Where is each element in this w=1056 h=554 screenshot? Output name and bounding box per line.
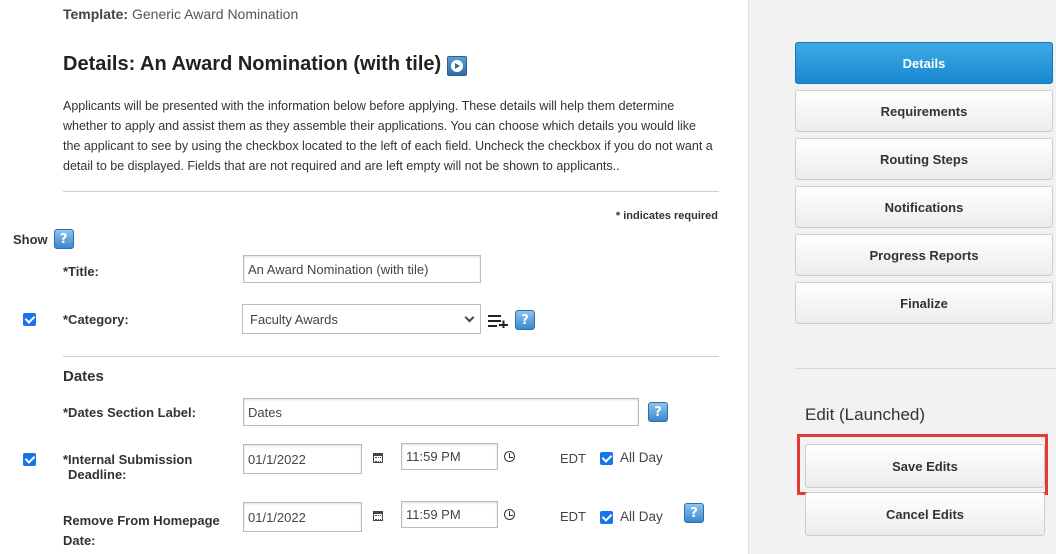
remove-homepage-allday-checkbox[interactable] [600, 511, 613, 524]
help-icon-show[interactable]: ? [53, 229, 74, 249]
save-edits-button[interactable]: Save Edits [805, 444, 1045, 488]
template-value: Generic Award Nomination [131, 6, 299, 22]
intro-text: Applicants will be presented with the in… [63, 99, 713, 173]
show-label: Show [13, 231, 48, 247]
clock-icon[interactable] [504, 509, 515, 520]
page-title: Details: An Award Nomination (with tile) [63, 53, 468, 76]
nav-progress-reports[interactable]: Progress Reports [795, 234, 1053, 276]
nav-finalize[interactable]: Finalize [795, 282, 1053, 324]
remove-homepage-timezone: EDT [560, 509, 586, 524]
nav-details[interactable]: Details [795, 42, 1053, 84]
internal-deadline-date-input[interactable]: 01/1/2022 [243, 444, 362, 474]
dates-section-label-input[interactable]: Dates [243, 398, 639, 426]
remove-homepage-allday-label: All Day [620, 509, 663, 524]
help-icon-remove-homepage[interactable]: ? [684, 503, 704, 523]
divider [63, 356, 719, 357]
internal-deadline-label: *Internal Submission Deadline: [63, 452, 192, 482]
dates-section-title: Dates [63, 368, 104, 385]
help-icon-category[interactable]: ? [515, 310, 535, 330]
internal-deadline-label-line2: Deadline: [68, 467, 127, 482]
template-label: Template: [63, 6, 129, 22]
help-icon-dates-label[interactable]: ? [648, 402, 668, 422]
title-input[interactable]: An Award Nomination (with tile) [243, 255, 481, 283]
remove-homepage-time-input[interactable]: 11:59 PM [401, 501, 498, 528]
category-label: *Category: [63, 312, 129, 327]
category-select-value: Faculty Awards [250, 311, 338, 327]
internal-deadline-allday-label: All Day [620, 450, 663, 465]
clock-icon[interactable] [504, 451, 515, 462]
internal-deadline-time-input[interactable]: 11:59 PM [401, 443, 498, 470]
template-line: Template: Generic Award Nomination [63, 6, 298, 22]
chevron-down-icon [464, 312, 475, 322]
cancel-edits-button[interactable]: Cancel Edits [805, 492, 1045, 536]
internal-deadline-label-line1: *Internal Submission [63, 452, 193, 467]
internal-deadline-show-checkbox[interactable] [23, 453, 36, 466]
internal-deadline-allday-checkbox[interactable] [600, 452, 613, 465]
divider [63, 191, 719, 192]
remove-homepage-label-line1: Remove From Homepage [63, 513, 220, 528]
edit-status: Edit (Launched) [805, 405, 926, 424]
remove-homepage-label: Remove From Homepage Date: [63, 513, 220, 548]
title-label: *Title: [63, 264, 99, 279]
page-title-text: Details: An Award Nomination (with tile) [63, 53, 442, 75]
nav-notifications[interactable]: Notifications [795, 186, 1053, 228]
dates-section-label-label: *Dates Section Label: [63, 405, 196, 420]
remove-homepage-date-input[interactable]: 01/1/2022 [243, 502, 362, 532]
main-content: Template: Generic Award Nomination Detai… [0, 0, 748, 554]
internal-deadline-timezone: EDT [560, 451, 586, 466]
sidebar-divider [795, 368, 1056, 369]
nav-routing-steps[interactable]: Routing Steps [795, 138, 1053, 180]
list-add-icon[interactable] [487, 312, 509, 328]
category-show-checkbox[interactable] [23, 313, 36, 326]
calendar-icon[interactable] [373, 453, 383, 463]
show-header: Show ? [13, 229, 74, 249]
remove-homepage-label-line2: Date: [63, 533, 96, 548]
calendar-icon[interactable] [373, 511, 383, 521]
nav-requirements[interactable]: Requirements [795, 90, 1053, 132]
required-note: * indicates required [615, 210, 718, 222]
video-play-icon[interactable] [447, 55, 468, 76]
category-select[interactable]: Faculty Awards [242, 304, 481, 334]
